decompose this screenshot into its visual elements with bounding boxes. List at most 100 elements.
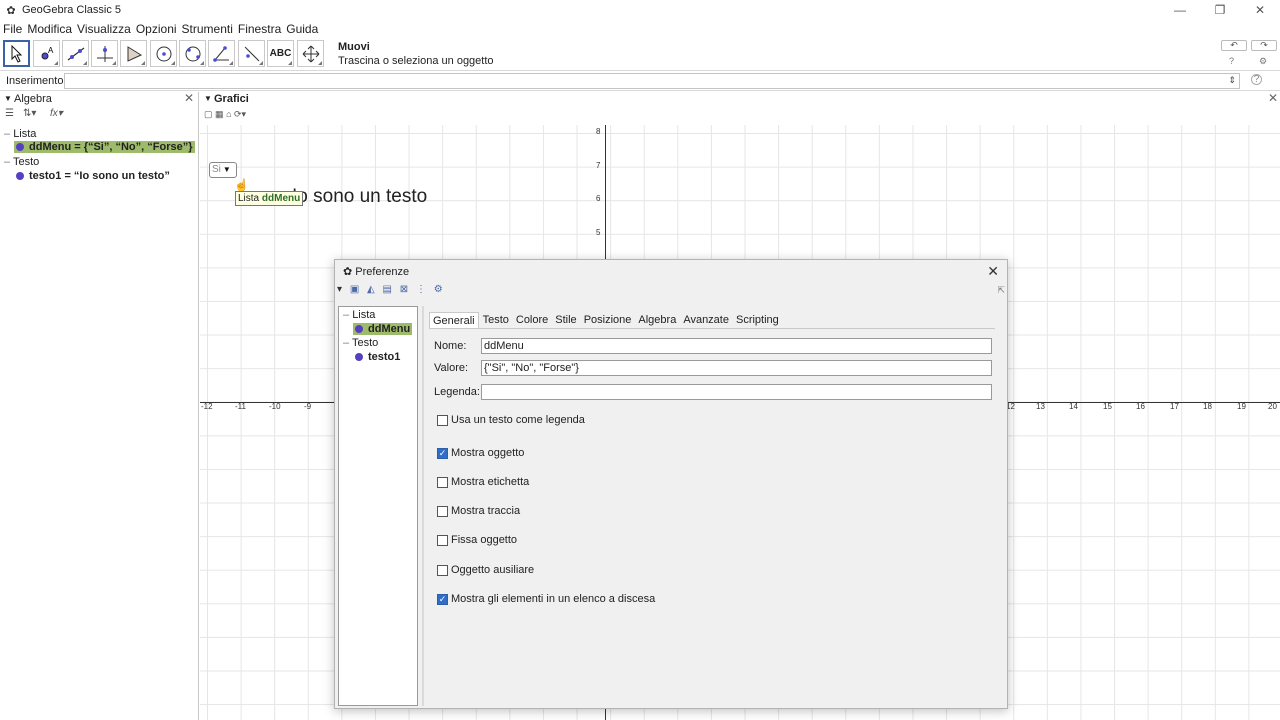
algebra-group-lista[interactable]: – Lista — [4, 128, 36, 140]
circle-tool-button[interactable] — [150, 40, 177, 67]
close-graphics-icon[interactable]: ✕ — [1268, 91, 1278, 105]
menu-guida[interactable]: Guida — [286, 22, 318, 36]
object-properties-icon[interactable]: ▣ — [350, 284, 359, 295]
tree-group-label: Testo — [351, 337, 379, 349]
tree-group-testo[interactable]: – Testo — [343, 337, 378, 349]
algebra-item-text: testo1 = “Io sono un testo” — [29, 170, 170, 182]
toolbar-settings-icon[interactable]: ⚙ — [1259, 56, 1267, 67]
polygon-tool-button[interactable] — [120, 40, 147, 67]
algebra-menu-icon[interactable]: ☰ — [5, 108, 14, 119]
grid-toggle-icon[interactable]: ▦ — [215, 109, 224, 119]
point-tool-button[interactable]: A — [33, 40, 60, 67]
text-object-testo1[interactable]: Io sono un testo — [292, 186, 427, 208]
algebra-header: ▼ Algebra ✕ — [0, 91, 198, 107]
input-help-icon[interactable]: ? — [1251, 74, 1262, 85]
tab-colore[interactable]: Colore — [513, 312, 551, 328]
x-tick: 20 — [1268, 402, 1277, 411]
fix-object-checkbox[interactable]: Fissa oggetto — [437, 534, 517, 546]
algebra-preferences-icon[interactable]: ▤ — [383, 284, 392, 295]
x-tick: 18 — [1203, 402, 1212, 411]
menu-strumenti[interactable]: Strumenti — [182, 22, 233, 36]
show-label-checkbox[interactable]: Mostra etichetta — [437, 476, 529, 488]
general-tab-content: Nome: ddMenu Valore: {"Si", "No", "Forse… — [429, 328, 995, 706]
text-tool-button[interactable]: ABC — [267, 40, 294, 67]
tree-item-label: testo1 — [368, 351, 401, 363]
checkbox-label: Fissa oggetto — [451, 534, 518, 546]
close-window-button[interactable]: ✕ — [1240, 0, 1280, 20]
tab-algebra[interactable]: Algebra — [635, 312, 679, 328]
active-tool-help: Trascina o seleziona un oggetto — [338, 55, 494, 67]
chevron-down-icon: ▼ — [222, 165, 231, 174]
function-icon[interactable]: fx▾ — [50, 108, 63, 119]
visibility-dot-icon[interactable] — [16, 143, 24, 152]
tab-avanzate[interactable]: Avanzate — [680, 312, 732, 328]
minimize-button[interactable]: — — [1160, 0, 1200, 20]
axes-toggle-icon[interactable]: ▢ — [204, 109, 213, 119]
menu-visualizza[interactable]: Visualizza — [77, 22, 131, 36]
visibility-dot-icon[interactable] — [16, 172, 24, 181]
svg-text:A: A — [48, 46, 54, 55]
graphics-style-bar: ▢ ▦ ⌂ ⟳▾ — [204, 109, 246, 121]
toolbar-help-icon[interactable]: ? — [1229, 56, 1234, 66]
tab-stile[interactable]: Stile — [552, 312, 579, 328]
collapse-triangle-icon[interactable]: ▼ — [204, 94, 212, 103]
name-field[interactable]: ddMenu — [481, 338, 992, 354]
graphics-preferences-icon[interactable]: ◭ — [367, 284, 375, 295]
menu-opzioni[interactable]: Opzioni — [136, 22, 177, 36]
menu-modifica[interactable]: Modifica — [27, 22, 72, 36]
input-history-arrow-icon[interactable]: ⇕ — [1228, 75, 1236, 86]
perpendicular-tool-button[interactable] — [91, 40, 118, 67]
value-field[interactable]: {"Si", "No", "Forse"} — [481, 360, 992, 376]
object-tree: – Lista ddMenu – Testo testo1 — [338, 306, 418, 706]
dock-icon[interactable]: ⇱ — [997, 285, 1005, 296]
x-tick: -12 — [201, 402, 213, 411]
algebra-item-testo1[interactable]: testo1 = “Io sono un testo” — [16, 170, 170, 182]
show-object-checkbox[interactable]: ✓ Mostra oggetto — [437, 447, 524, 459]
defaults-icon[interactable]: ⊠ — [400, 284, 408, 295]
reflect-tool-button[interactable] — [238, 40, 265, 67]
algebra-toolbar: ☰ ⇅▾ fx▾ — [0, 108, 198, 123]
dropdown-list-ddmenu[interactable]: Si ▼ — [209, 162, 237, 178]
undo-button[interactable]: ↶ — [1221, 40, 1247, 51]
x-tick: -11 — [235, 402, 246, 411]
tree-group-lista[interactable]: – Lista — [343, 309, 375, 321]
tree-item-ddmenu[interactable]: ddMenu — [353, 323, 413, 335]
close-algebra-icon[interactable]: ✕ — [184, 91, 194, 105]
conic-tool-button[interactable] — [179, 40, 206, 67]
auxiliary-object-checkbox[interactable]: Oggetto ausiliare — [437, 564, 534, 576]
collapse-triangle-icon[interactable]: ▼ — [4, 94, 12, 103]
y-tick: 6 — [596, 194, 601, 203]
restore-button[interactable]: ❐ — [1200, 0, 1240, 20]
close-dialog-button[interactable]: ✕ — [987, 263, 999, 280]
input-bar: Inserimento: ⇕ ? — [0, 71, 1280, 91]
tab-scripting[interactable]: Scripting — [733, 312, 782, 328]
show-as-dropdown-checkbox[interactable]: ✓ Mostra gli elementi in un elenco a disc… — [437, 593, 655, 605]
caption-field[interactable] — [481, 384, 992, 400]
layout-icon[interactable]: ⋮ — [416, 284, 426, 295]
tab-testo[interactable]: Testo — [480, 312, 512, 328]
settings-icon: ✿ — [343, 266, 353, 278]
home-icon[interactable]: ⌂ — [226, 109, 231, 119]
expand-triangle-icon[interactable]: ▾ — [337, 284, 342, 295]
algebra-item-ddmenu[interactable]: ddMenu = {“Si”, “No”, “Forse”} — [14, 141, 195, 153]
move-tool-button[interactable] — [3, 40, 30, 67]
split-divider[interactable] — [422, 306, 424, 706]
tab-posizione[interactable]: Posizione — [581, 312, 635, 328]
angle-tool-button[interactable] — [208, 40, 235, 67]
tab-generali[interactable]: Generali — [429, 312, 479, 328]
move-graphics-view-button[interactable] — [297, 40, 324, 67]
sort-icon[interactable]: ⇅▾ — [23, 108, 36, 119]
advanced-icon[interactable]: ⚙ — [434, 284, 443, 295]
refresh-icon[interactable]: ⟳▾ — [234, 109, 246, 119]
tree-item-testo1[interactable]: testo1 — [355, 351, 400, 363]
preferences-toolbar: ▾ ▣ ◭ ▤ ⊠ ⋮ ⚙ — [337, 284, 448, 298]
input-field[interactable]: ⇕ — [64, 73, 1240, 89]
use-text-as-caption-checkbox[interactable]: Usa un testo come legenda — [437, 414, 585, 426]
x-tick: 13 — [1036, 402, 1045, 411]
line-tool-button[interactable] — [62, 40, 89, 67]
algebra-group-testo[interactable]: – Testo — [4, 156, 39, 168]
redo-button[interactable]: ↷ — [1251, 40, 1277, 51]
menu-finestra[interactable]: Finestra — [238, 22, 281, 36]
show-trace-checkbox[interactable]: Mostra traccia — [437, 505, 520, 517]
menu-file[interactable]: File — [3, 22, 22, 36]
